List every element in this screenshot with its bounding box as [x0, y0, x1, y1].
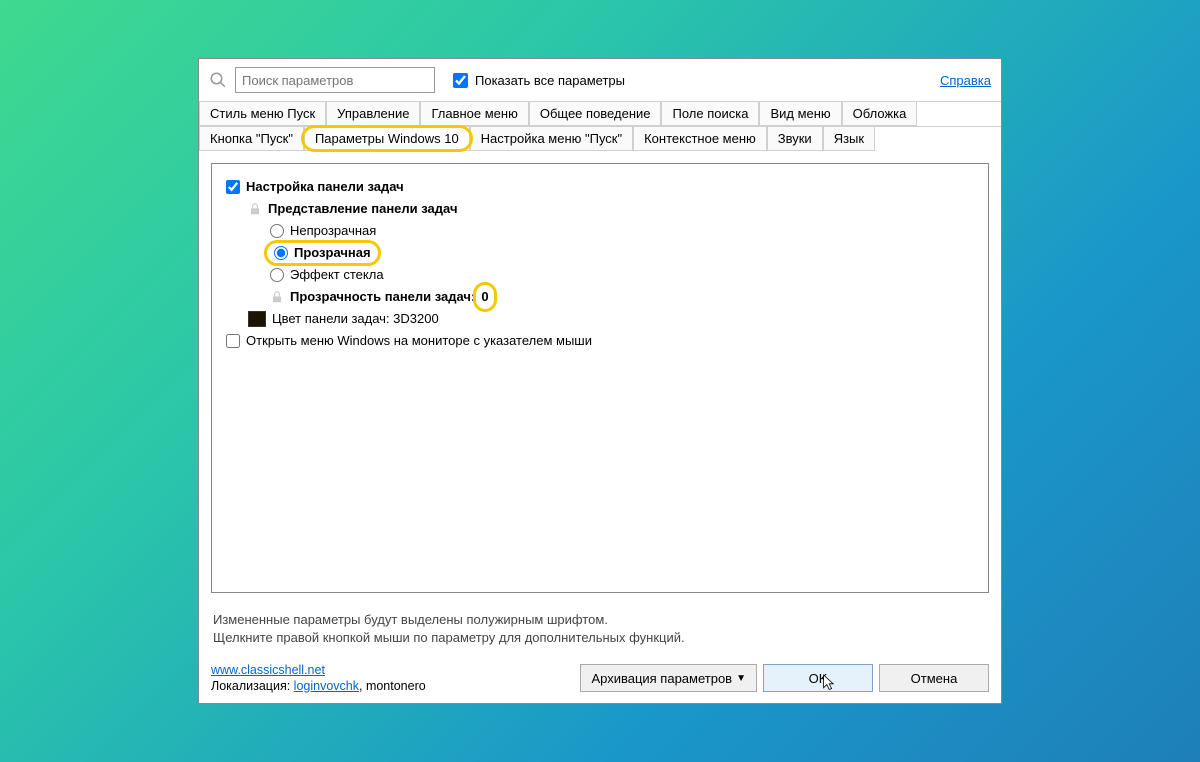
tab-main-menu[interactable]: Главное меню: [420, 102, 528, 126]
transparent-row[interactable]: Прозрачная: [226, 242, 974, 264]
tab-context-menu[interactable]: Контекстное меню: [633, 127, 767, 151]
tab-windows-10-settings[interactable]: Параметры Windows 10: [304, 127, 470, 151]
taskbar-appearance-row[interactable]: Представление панели задач: [226, 198, 974, 220]
color-swatch[interactable]: [248, 311, 266, 327]
lock-icon: [248, 202, 262, 216]
search-input[interactable]: [235, 67, 435, 93]
localization-suffix: , montonero: [359, 679, 426, 693]
tab-start-button[interactable]: Кнопка "Пуск": [199, 127, 304, 151]
lock-icon: [270, 290, 284, 304]
tabs-row-1: Стиль меню Пуск Управление Главное меню …: [199, 101, 1001, 126]
search-icon: [209, 71, 227, 89]
archive-params-label: Архивация параметров: [591, 671, 732, 686]
glass-label: Эффект стекла: [290, 264, 384, 286]
open-on-mouse-monitor-checkbox[interactable]: [226, 334, 240, 348]
bottom-left: www.classicshell.net Локализация: loginv…: [211, 663, 426, 693]
localization-prefix: Локализация:: [211, 679, 294, 693]
tab-sounds[interactable]: Звуки: [767, 127, 823, 151]
show-all-text: Показать все параметры: [475, 73, 625, 88]
ok-button[interactable]: OK: [763, 664, 873, 692]
hint-text: Измененные параметры будут выделены полу…: [199, 605, 1001, 657]
opacity-label: Прозрачность панели задач:: [290, 286, 475, 308]
hint-line-2: Щелкните правой кнопкой мыши по параметр…: [213, 629, 987, 647]
tab-language[interactable]: Язык: [823, 127, 875, 151]
opaque-label: Непрозрачная: [290, 220, 376, 242]
help-link[interactable]: Справка: [940, 73, 991, 88]
tab-menu-look[interactable]: Вид меню: [759, 102, 841, 126]
settings-dialog: Показать все параметры Справка Стиль мен…: [198, 58, 1002, 704]
tab-start-menu-style[interactable]: Стиль меню Пуск: [199, 102, 326, 126]
tab-controls[interactable]: Управление: [326, 102, 420, 126]
open-on-mouse-monitor-label: Открыть меню Windows на мониторе с указа…: [246, 330, 592, 352]
website-link[interactable]: www.classicshell.net: [211, 663, 325, 677]
ok-label: OK: [809, 671, 828, 686]
tab-general-behavior[interactable]: Общее поведение: [529, 102, 662, 126]
show-all-checkbox-label[interactable]: Показать все параметры: [449, 70, 625, 91]
transparent-radio[interactable]: [274, 246, 288, 260]
taskbar-settings-row[interactable]: Настройка панели задач: [226, 176, 974, 198]
tabs-row-2: Кнопка "Пуск" Параметры Windows 10 Настр…: [199, 126, 1001, 151]
taskbar-settings-checkbox[interactable]: [226, 180, 240, 194]
opaque-row[interactable]: Непрозрачная: [226, 220, 974, 242]
tab-customize-start-menu[interactable]: Настройка меню "Пуск": [470, 127, 633, 151]
content-area: Настройка панели задач Представление пан…: [211, 163, 989, 593]
localization-link[interactable]: loginvovchk: [294, 679, 359, 693]
opaque-radio[interactable]: [270, 224, 284, 238]
open-on-mouse-monitor-row[interactable]: Открыть меню Windows на мониторе с указа…: [226, 330, 974, 352]
tab-skin[interactable]: Обложка: [842, 102, 918, 126]
opacity-value: 0: [481, 286, 488, 308]
show-all-checkbox[interactable]: [453, 73, 468, 88]
archive-params-button[interactable]: Архивация параметров ▼: [580, 664, 757, 692]
taskbar-settings-label: Настройка панели задач: [246, 176, 404, 198]
color-row[interactable]: Цвет панели задач: 3D3200: [226, 308, 974, 330]
tab-search-box[interactable]: Поле поиска: [661, 102, 759, 126]
cancel-button[interactable]: Отмена: [879, 664, 989, 692]
bottom-right: Архивация параметров ▼ OK Отмена: [580, 664, 989, 692]
glass-row[interactable]: Эффект стекла: [226, 264, 974, 286]
bottom-bar: www.classicshell.net Локализация: loginv…: [199, 657, 1001, 703]
opacity-row[interactable]: Прозрачность панели задач: 0: [226, 286, 974, 308]
dropdown-arrow-icon: ▼: [736, 673, 746, 684]
top-bar: Показать все параметры Справка: [199, 59, 1001, 101]
hint-line-1: Измененные параметры будут выделены полу…: [213, 611, 987, 629]
color-label: Цвет панели задач: 3D3200: [272, 308, 439, 330]
taskbar-appearance-label: Представление панели задач: [268, 198, 458, 220]
glass-radio[interactable]: [270, 268, 284, 282]
transparent-label: Прозрачная: [294, 242, 371, 264]
